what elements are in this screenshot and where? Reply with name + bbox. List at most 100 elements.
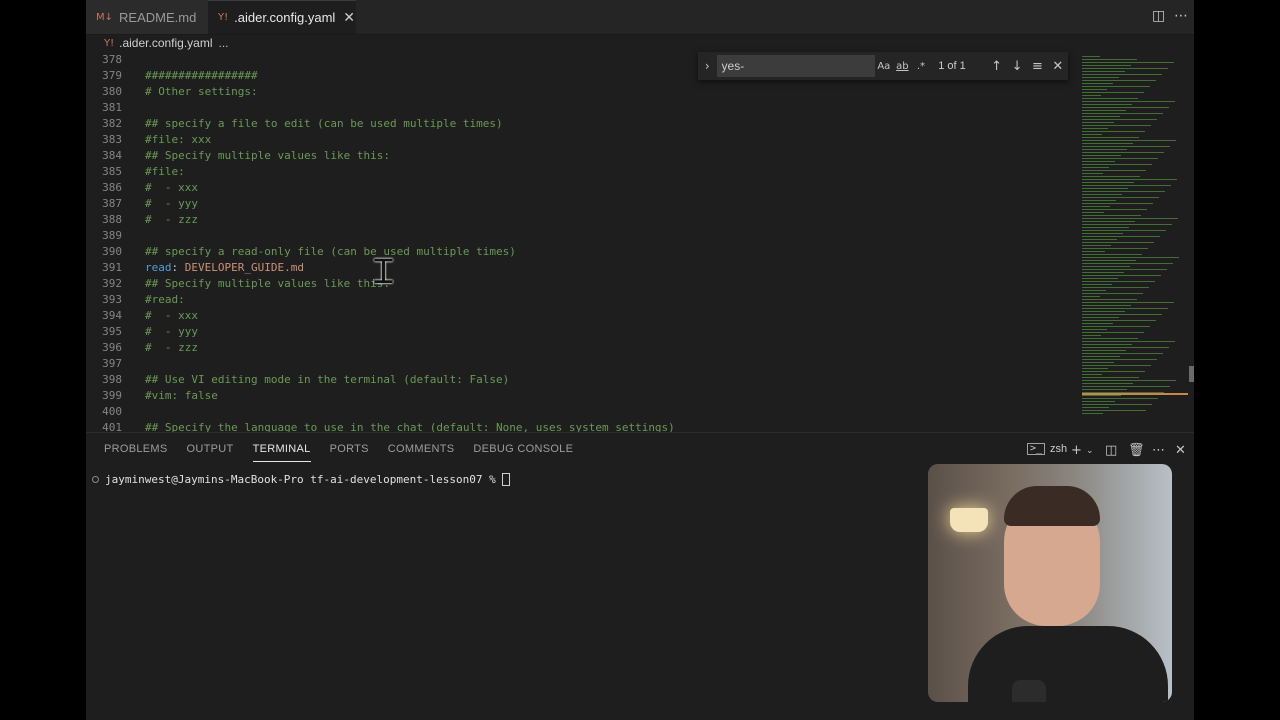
match-case-toggle[interactable]: Aa: [875, 61, 894, 72]
code-editor[interactable]: 378 379 ################# 380 # Other settin…: [86, 52, 1082, 432]
code-token: #file:: [145, 165, 185, 178]
breadcrumb-file[interactable]: .aider.config.yaml: [119, 36, 212, 50]
line-text: ## Use VI editing mode in the terminal (…: [145, 372, 509, 388]
close-icon[interactable]: ✕: [1048, 59, 1068, 74]
minimap-line: [1082, 341, 1175, 342]
code-line[interactable]: 395 # - yyy: [86, 324, 1082, 340]
code-token: #vim: false: [145, 389, 218, 402]
line-number: 401: [102, 421, 122, 432]
split-terminal-icon[interactable]: ◫: [1105, 443, 1117, 458]
minimap-line: [1082, 119, 1157, 120]
code-line[interactable]: 380 # Other settings:: [86, 84, 1082, 100]
more-actions-icon[interactable]: ⋯: [1174, 8, 1188, 24]
tab-comments[interactable]: COMMENTS: [388, 443, 455, 462]
tab-label: README.md: [119, 9, 197, 25]
code-line[interactable]: 382 ## specify a file to edit (can be use…: [86, 116, 1082, 132]
minimap-line: [1082, 281, 1155, 282]
split-editor-icon[interactable]: ◫: [1152, 8, 1165, 24]
code-line[interactable]: 399 #vim: false: [86, 388, 1082, 404]
code-line[interactable]: 388 # - zzz: [86, 212, 1082, 228]
minimap-line: [1082, 236, 1160, 237]
code-line[interactable]: 393 #read:: [86, 292, 1082, 308]
code-token: # Other settings:: [145, 85, 258, 98]
find-input[interactable]: [716, 55, 875, 77]
minimap-line: [1082, 197, 1159, 198]
minimap-line: [1082, 68, 1168, 69]
terminal-shell-selector[interactable]: >_ zsh: [1027, 443, 1067, 455]
minimap-line: [1082, 248, 1148, 249]
text-cursor-icon: Ɪ: [374, 252, 393, 292]
previous-match-icon[interactable]: ↑: [986, 59, 1006, 74]
code-line[interactable]: 381: [86, 100, 1082, 116]
minimap[interactable]: [1082, 52, 1194, 432]
minimap-line: [1082, 137, 1139, 138]
minimap-line: [1082, 122, 1114, 123]
code-line[interactable]: 394 # - xxx: [86, 308, 1082, 324]
code-line[interactable]: 386 # - xxx: [86, 180, 1082, 196]
minimap-line: [1082, 194, 1122, 195]
code-token: # - xxx: [145, 309, 198, 322]
tab-terminal[interactable]: TERMINAL: [252, 443, 311, 462]
code-line[interactable]: 384 ## Specify multiple values like this:: [86, 148, 1082, 164]
minimap-line: [1082, 260, 1136, 261]
tab-ports[interactable]: PORTS: [330, 443, 369, 462]
panel-tabs: PROBLEMS OUTPUT TERMINAL PORTS COMMENTS …: [104, 443, 592, 462]
trash-icon[interactable]: 🗑: [1128, 443, 1145, 458]
more-actions-icon[interactable]: ⋯: [1152, 443, 1165, 458]
chevron-down-icon[interactable]: ⌄: [1086, 446, 1094, 456]
regex-toggle[interactable]: .*: [912, 61, 931, 72]
line-text: #read:: [145, 292, 185, 308]
minimap-line: [1082, 320, 1156, 321]
minimap-line: [1082, 407, 1109, 408]
line-number: 379: [102, 69, 122, 82]
tab-aider-config[interactable]: Y! .aider.config.yaml ✕: [208, 0, 356, 34]
minimap-line: [1082, 191, 1165, 192]
tab-debug-console[interactable]: DEBUG CONSOLE: [473, 443, 573, 462]
code-line[interactable]: 397: [86, 356, 1082, 372]
code-line[interactable]: 398 ## Use VI editing mode in the termina…: [86, 372, 1082, 388]
minimap-line: [1082, 254, 1142, 255]
tab-problems[interactable]: PROBLEMS: [104, 443, 168, 462]
close-panel-icon[interactable]: ✕: [1175, 443, 1186, 458]
next-match-icon[interactable]: ↓: [1007, 59, 1027, 74]
new-terminal-icon[interactable]: +: [1071, 443, 1082, 458]
terminal-prompt: jayminwest@Jaymins-MacBook-Pro tf-ai-dev…: [105, 473, 496, 486]
code-line[interactable]: 401 ## Specify the language to use in the…: [86, 420, 1082, 432]
vertical-scrollbar[interactable]: [1189, 366, 1194, 382]
line-number: 400: [102, 405, 122, 418]
tab-readme[interactable]: M↓ README.md: [86, 0, 208, 34]
minimap-line: [1082, 335, 1101, 336]
minimap-line: [1082, 101, 1175, 102]
code-token: ## Use VI editing mode in the terminal (…: [145, 373, 510, 386]
code-line[interactable]: 396 # - zzz: [86, 340, 1082, 356]
code-line[interactable]: 400: [86, 404, 1082, 420]
minimap-line: [1082, 89, 1107, 90]
code-line[interactable]: 389: [86, 228, 1082, 244]
line-text: #vim: false: [145, 388, 218, 404]
line-text: # - xxx: [145, 180, 198, 196]
code-line[interactable]: 391 read: DEVELOPER_GUIDE.md: [86, 260, 1082, 276]
minimap-line: [1082, 221, 1135, 222]
minimap-line: [1082, 251, 1105, 252]
find-in-selection-icon[interactable]: ≡: [1027, 59, 1047, 74]
whole-word-toggle[interactable]: ab: [893, 61, 912, 72]
tab-output[interactable]: OUTPUT: [187, 443, 234, 462]
line-number: 383: [102, 133, 122, 146]
breadcrumb-more[interactable]: ...: [219, 36, 229, 50]
close-icon[interactable]: ✕: [343, 10, 355, 26]
terminal-prompt-line[interactable]: jayminwest@Jaymins-MacBook-Pro tf-ai-dev…: [92, 473, 510, 486]
code-line[interactable]: 385 #file:: [86, 164, 1082, 180]
code-line[interactable]: 387 # - yyy: [86, 196, 1082, 212]
minimap-line: [1082, 152, 1164, 153]
code-token: DEVELOPER_GUIDE.md: [184, 261, 304, 274]
code-line[interactable]: 383 #file: xxx: [86, 132, 1082, 148]
minimap-line: [1082, 269, 1167, 270]
minimap-line: [1082, 134, 1102, 135]
terminal-cursor: [501, 473, 510, 486]
toggle-replace-icon[interactable]: ›: [698, 59, 717, 73]
code-line[interactable]: 392 ## Specify multiple values like this:: [86, 276, 1082, 292]
line-number: 386: [102, 181, 122, 194]
minimap-line: [1082, 107, 1169, 108]
code-line[interactable]: 390 ## specify a read-only file (can be u…: [86, 244, 1082, 260]
code-token: #file: xxx: [145, 133, 212, 146]
